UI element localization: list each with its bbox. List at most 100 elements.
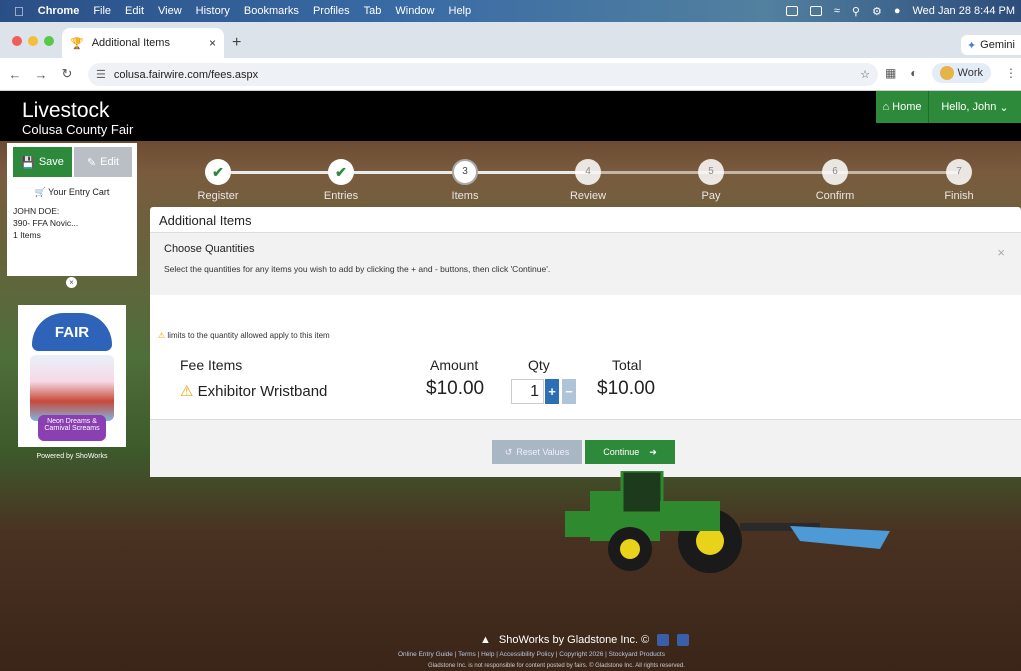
quantity-limit-note: ⚠ limits to the quantity allowed apply t… [158, 331, 330, 340]
col-header-total: Total [612, 357, 642, 373]
bookmark-star-icon[interactable]: ☆ [860, 68, 870, 81]
step-register-marker: ✔ [205, 159, 231, 185]
additional-items-panel: Additional Items Choose Quantities Selec… [150, 207, 1021, 477]
chevron-down-icon: ⌄ [996, 101, 1009, 114]
entry-cart-heading[interactable]: 🛒 Your Entry Cart [7, 187, 137, 198]
page-content: Livestock Colusa County Fair ⌂ Home Hell… [0, 91, 1021, 671]
menu-history[interactable]: History [196, 5, 230, 17]
home-button[interactable]: ⌂ Home [876, 91, 928, 123]
reading-mode-icon[interactable]: ▦ [885, 66, 896, 80]
edit-button[interactable]: ✎ Edit [74, 147, 132, 177]
menu-help[interactable]: Help [449, 5, 472, 17]
control-center-icon[interactable]: ⚙ [872, 5, 882, 18]
menubar-clock[interactable]: Wed Jan 28 8:44 PM [912, 5, 1015, 17]
col-header-fee-items: Fee Items [180, 357, 243, 373]
user-menu-button[interactable]: Hello, John ⌄ [928, 91, 1021, 123]
cart-exhibitor: JOHN DOE: [13, 206, 60, 216]
menu-edit[interactable]: Edit [125, 5, 144, 17]
site-title: Livestock [22, 99, 110, 122]
step-finish-label: Finish [944, 190, 974, 202]
new-tab-icon[interactable]: + [232, 34, 241, 52]
back-icon[interactable]: ← [4, 67, 26, 82]
menu-bookmarks[interactable]: Bookmarks [244, 5, 299, 17]
tab-title: Additional Items [91, 37, 170, 49]
step-review-marker: 4 [575, 159, 601, 185]
step-confirm-marker: 6 [822, 159, 848, 185]
trophy-favicon-icon: 🏆 [70, 37, 84, 50]
step-confirm-label: Confirm [815, 190, 855, 202]
fair-logo: FAIR Neon Dreams & Carnival Screams [18, 305, 126, 447]
continue-button[interactable]: Continue ➜ [585, 440, 675, 464]
tab-additional-items[interactable]: 🏆 Additional Items × [62, 28, 224, 58]
powered-by[interactable]: Powered by ShoWorks [18, 453, 126, 460]
showorks-logo-icon: ▲ [480, 634, 491, 646]
reload-icon[interactable]: ↻ [56, 66, 78, 82]
screen-icon[interactable] [785, 6, 798, 16]
facebook-icon[interactable] [677, 634, 690, 646]
site-subtitle: Colusa County Fair [22, 122, 134, 137]
entry-cart-panel: 💾 Save ✎ Edit 🛒 Your Entry Cart JOHN DOE… [7, 143, 137, 276]
spotlight-icon[interactable]: ⚲ [852, 5, 860, 18]
close-notice-icon[interactable]: × [997, 245, 1005, 260]
forward-icon[interactable]: → [30, 67, 52, 82]
collapse-sidebar-icon[interactable]: × [66, 277, 77, 288]
quantity-input[interactable]: 1 [511, 379, 544, 404]
cart-count: 1 Items [13, 230, 41, 240]
gemini-label: Gemini [980, 39, 1015, 51]
home-label: Home [892, 101, 922, 113]
progress-line-remaining [591, 171, 959, 174]
menu-file[interactable]: File [93, 5, 111, 17]
footer-brand: ▲ ShoWorks by Gladstone Inc. © [480, 634, 780, 646]
logo-banner: Neon Dreams & Carnival Screams [38, 415, 106, 441]
extensions-icon[interactable]: ◐ [910, 66, 917, 80]
more-menu-icon[interactable]: ⋮ [1005, 66, 1017, 80]
battery-icon[interactable] [809, 6, 822, 16]
siri-icon[interactable]: ● [894, 5, 901, 17]
instructions-notice: Choose Quantities Select the quantities … [150, 233, 1021, 295]
site-info-icon[interactable]: ☰ [96, 68, 106, 81]
url-text: colusa.fairwire.com/fees.aspx [113, 68, 259, 81]
decrease-quantity-button[interactable]: − [562, 379, 576, 404]
tractor-image [565, 471, 890, 573]
menu-chrome[interactable]: Chrome [38, 5, 80, 17]
cart-entry[interactable]: 390- FFA Novic... [13, 217, 78, 229]
edit-label: Edit [100, 156, 120, 168]
continue-label: Continue [603, 447, 640, 457]
wifi-icon[interactable]: ≈ [834, 5, 840, 17]
logo-fair-text: FAIR [32, 313, 112, 351]
address-row: ← → ↻ ☰ colusa.fairwire.com/fees.aspx ☆ … [0, 58, 1021, 91]
footer-links[interactable]: Online Entry Guide | Terms | Help | Acce… [398, 651, 798, 658]
menu-tab[interactable]: Tab [364, 5, 382, 17]
window-controls [12, 36, 54, 46]
fee-item-amount: $10.00 [426, 378, 485, 399]
floppy-disk-icon: 💾 [21, 156, 35, 169]
toolbar-right: ▦ ◐ Work ⋮ [885, 63, 1017, 83]
profile-button[interactable]: Work [931, 63, 991, 83]
menu-window[interactable]: Window [395, 5, 434, 17]
fee-item-label: Exhibitor Wristband [197, 383, 328, 400]
social-icon[interactable] [657, 634, 670, 646]
panel-title: Additional Items [150, 207, 1021, 233]
user-label: Hello, John [941, 101, 997, 113]
gemini-button[interactable]: ✦ Gemini [960, 35, 1021, 55]
menu-profiles[interactable]: Profiles [313, 5, 350, 17]
reset-values-button[interactable]: ↺ Reset Values [492, 440, 582, 464]
step-register-label: Register [197, 190, 239, 202]
save-button[interactable]: 💾 Save [13, 147, 72, 177]
close-window-button[interactable] [12, 36, 22, 46]
cart-label: Your Entry Cart [48, 187, 110, 197]
status-area: ≈ ⚲ ⚙ ● Wed Jan 28 8:44 PM [785, 0, 1015, 22]
footer-brand-text[interactable]: ShoWorks by Gladstone Inc. © [499, 634, 649, 646]
address-bar[interactable]: ☰ colusa.fairwire.com/fees.aspx ☆ [88, 63, 878, 86]
minimize-window-button[interactable] [28, 36, 38, 46]
menu-view[interactable]: View [158, 5, 182, 17]
zoom-window-button[interactable] [44, 36, 54, 46]
macos-menubar:  Chrome File Edit View History Bookmark… [0, 0, 1021, 22]
step-entries-label: Entries [323, 190, 359, 202]
close-tab-icon[interactable]: × [209, 36, 216, 50]
increase-quantity-button[interactable]: + [545, 379, 559, 404]
logo-artwork [30, 355, 114, 421]
apple-icon[interactable]:  [14, 4, 24, 19]
tab-strip: 🏆 Additional Items × + ✦ Gemini [0, 22, 1021, 58]
step-review-label: Review [569, 190, 607, 202]
